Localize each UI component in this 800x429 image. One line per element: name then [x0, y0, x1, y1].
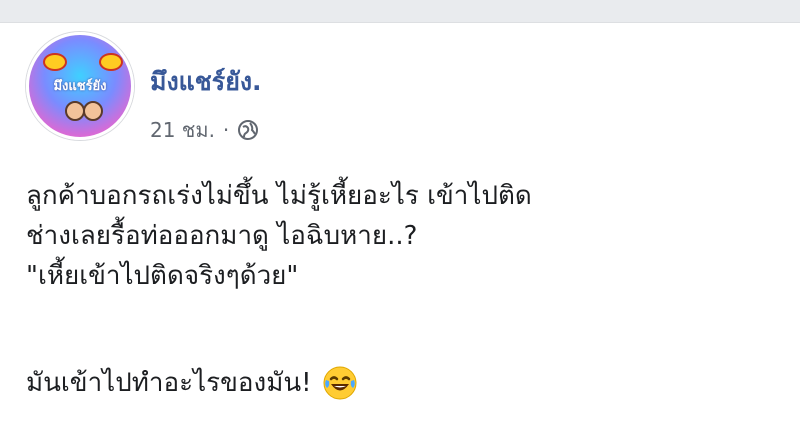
meta-separator: ·: [222, 118, 230, 142]
post-text-line: "เหี้ยเข้าไปติดจริงๆด้วย": [26, 261, 299, 291]
post-text: ลูกค้าบอกรถเร่งไม่ขึ้น ไม่รู้เหี้ยอะไร เ…: [26, 176, 766, 296]
avatar-image: มึงแชร์ยัง: [29, 35, 131, 137]
avatar-text: มึงแชร์ยัง: [53, 79, 107, 94]
avatar-decoration: [99, 53, 123, 71]
globe-icon[interactable]: [237, 119, 259, 141]
page-name-link[interactable]: มึงแชร์ยัง.: [150, 62, 262, 102]
post-meta: 21 ชม. ·: [150, 114, 259, 146]
laughing-tears-emoji-icon: [322, 365, 358, 401]
avatar-decoration: [43, 53, 67, 71]
avatar-decoration: [65, 101, 85, 121]
post-timestamp[interactable]: 21 ชม.: [150, 114, 215, 146]
avatar-decoration: [83, 101, 103, 121]
page-avatar[interactable]: มึงแชร์ยัง: [26, 32, 134, 140]
post-text-last-line: มันเข้าไปทำอะไรของมัน!: [26, 362, 358, 403]
feed-top-strip: [0, 0, 800, 22]
post-text-line: ช่างเลยรื้อท่อออกมาดู ไอฉิบหาย..?: [26, 221, 418, 251]
post-text-line: มันเข้าไปทำอะไรของมัน!: [26, 368, 312, 398]
post-text-line: ลูกค้าบอกรถเร่งไม่ขึ้น ไม่รู้เหี้ยอะไร เ…: [26, 181, 532, 211]
